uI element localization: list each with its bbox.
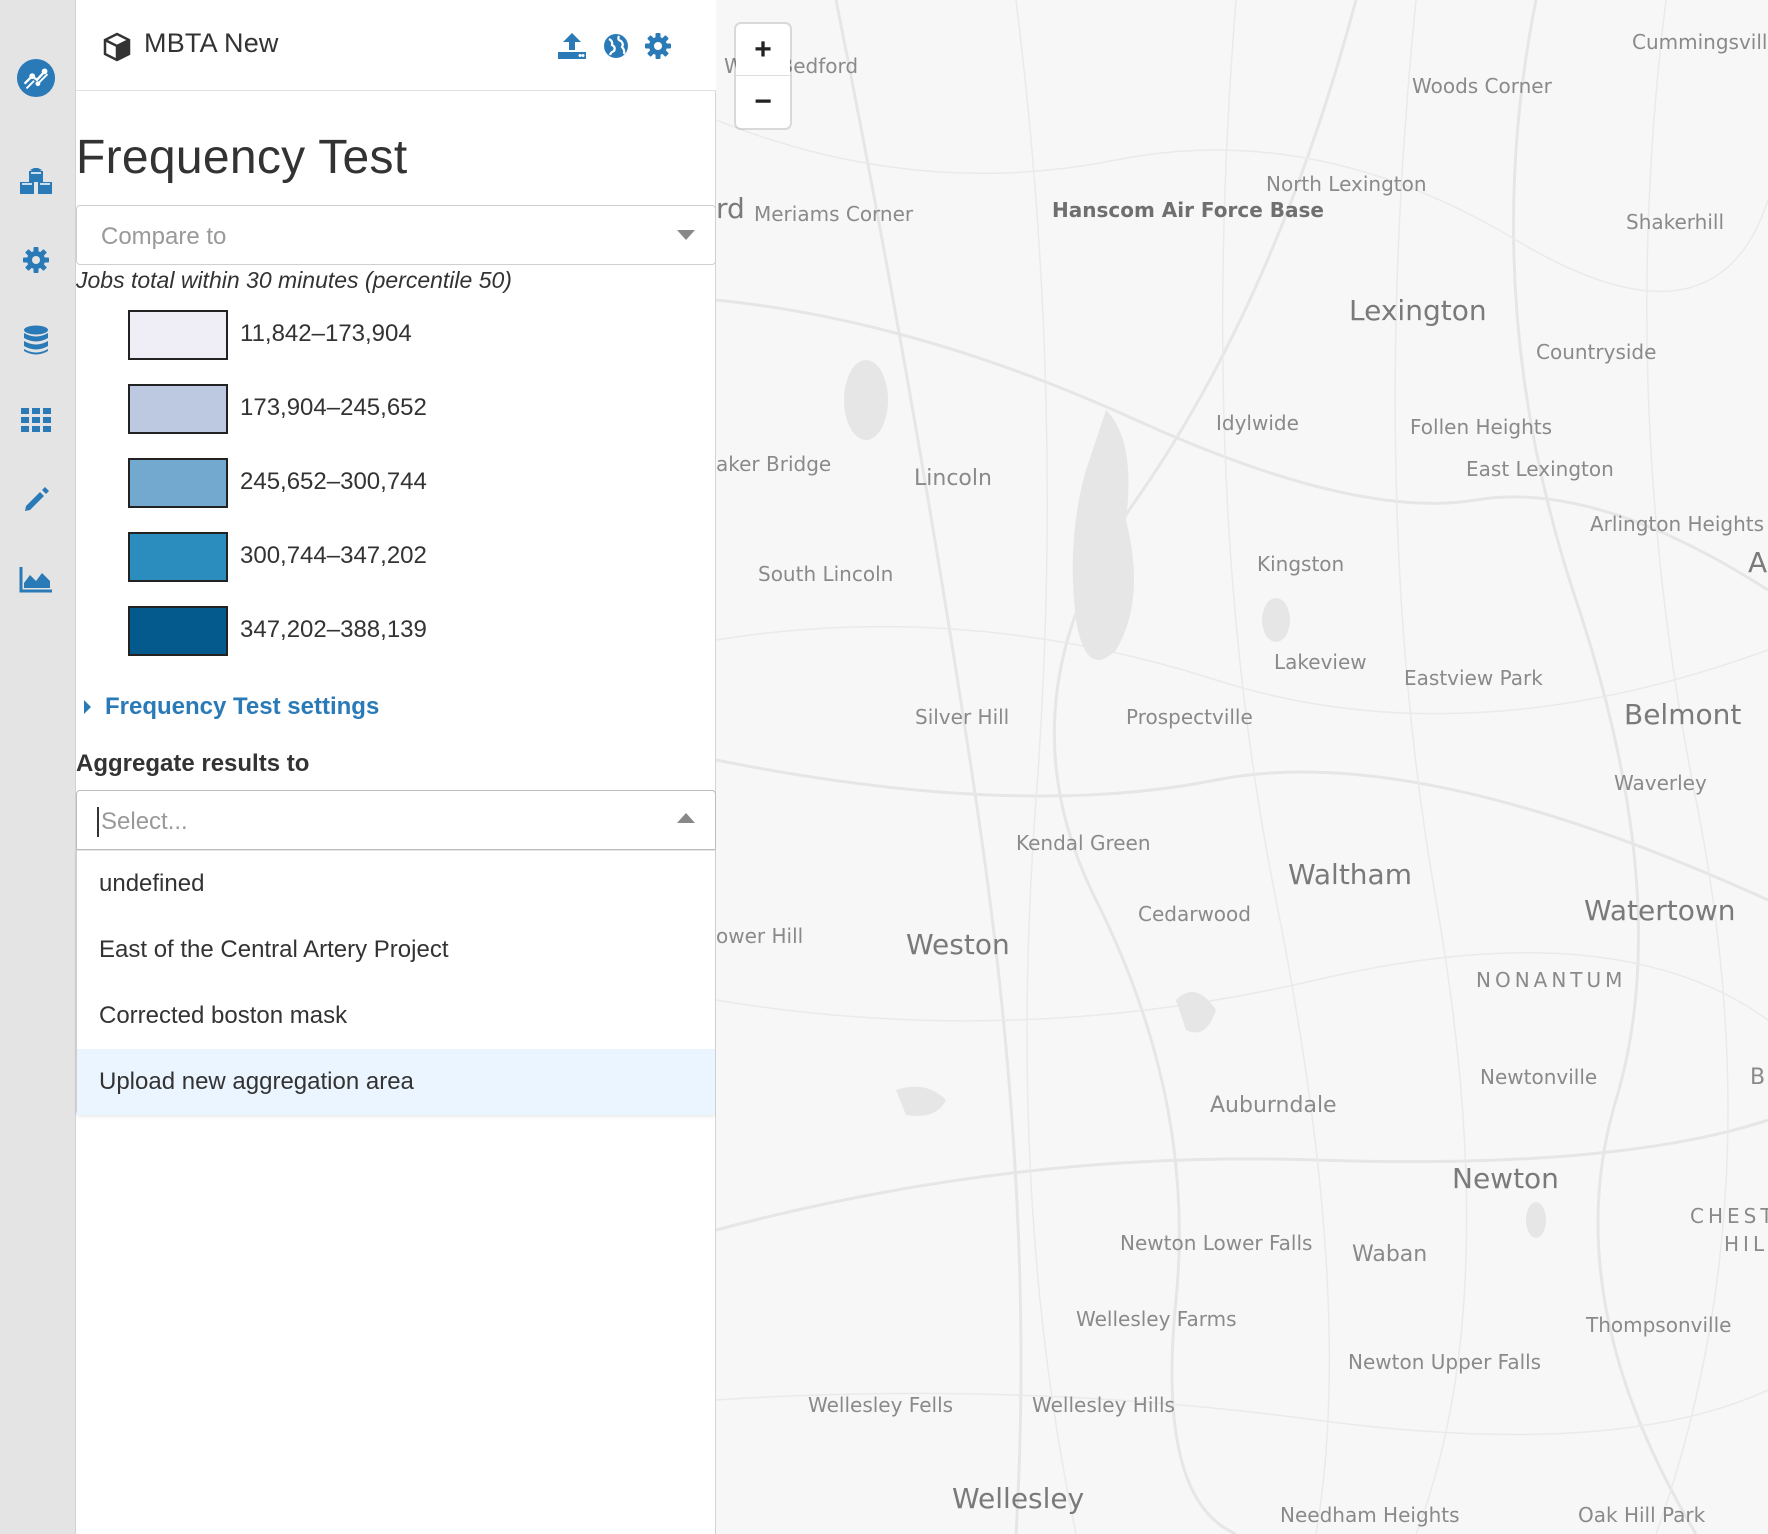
legend-swatch [128,458,228,508]
aggregate-option[interactable]: East of the Central Artery Project [77,917,715,983]
map[interactable]: West Bedford Cummingsvill Woods Corner N… [716,0,1768,1534]
map-label: Lexington [1349,294,1487,327]
map-label: Newtonville [1480,1065,1598,1089]
aggregate-select[interactable]: Select... [76,790,716,850]
map-label: Shakerhill [1626,210,1725,234]
legend-swatch [128,532,228,582]
aggregate-option-upload[interactable]: Upload new aggregation area [77,1049,715,1115]
map-label: Needham Heights [1280,1503,1460,1527]
map-label: NONANTUM [1476,968,1627,992]
map-label: Thompsonville [1586,1313,1732,1337]
map-label: B [1750,1065,1766,1090]
map-label: Belmont [1624,698,1742,731]
aggregate-option[interactable]: undefined [77,851,715,917]
map-label: Wellesley Hills [1032,1393,1175,1417]
map-label: Cummingsvill [1632,30,1768,54]
globe-icon[interactable] [600,30,632,62]
legend-label: 11,842–173,904 [240,320,412,347]
settings-toggle-label: Frequency Test settings [105,693,380,720]
zoom-in-button[interactable]: + [736,24,790,76]
map-label: aker Bridge [716,452,832,476]
map-label: HIL [1724,1232,1768,1256]
map-basemap [716,0,1768,1534]
upload-icon[interactable] [556,30,588,62]
map-label: Lincoln [914,466,992,491]
map-label: Kingston [1257,552,1345,576]
map-label: South Lincoln [758,562,894,586]
map-label: Woods Corner [1412,74,1552,98]
aggregate-label: Aggregate results to [76,750,310,777]
legend-label: 245,652–300,744 [240,468,427,495]
map-label: Arlington Heights [1590,512,1765,536]
cubes-icon[interactable] [16,163,56,203]
map-label: Follen Heights [1410,415,1553,439]
zoom-control: + − [736,24,790,128]
map-label: Oak Hill Park [1578,1503,1706,1527]
map-label: Countryside [1536,340,1657,364]
settings-toggle[interactable]: Frequency Test settings [84,690,379,724]
text-cursor [97,807,99,837]
map-label: Eastview Park [1404,666,1543,690]
map-label: CHEST [1690,1204,1768,1228]
map-label: Wellesley Fells [808,1393,954,1417]
analysis-panel: MBTA New Frequency Test Compare to Jobs … [76,0,716,1534]
settings-gear-icon[interactable] [642,30,674,62]
map-label: Newton Lower Falls [1120,1231,1313,1255]
chevron-down-icon [677,230,695,240]
map-label: Waban [1352,1242,1428,1267]
zoom-out-button[interactable]: − [736,76,790,128]
legend-label: 173,904–245,652 [240,394,427,421]
map-label: Wellesley Farms [1076,1307,1237,1331]
map-label: Lakeview [1274,650,1367,674]
aggregate-option[interactable]: Corrected boston mask [77,983,715,1049]
chevron-up-icon [677,813,695,823]
compare-to-placeholder: Compare to [101,223,227,250]
map-label: East Lexington [1466,457,1614,481]
map-label: Auburndale [1210,1093,1337,1118]
aggregate-placeholder: Select... [101,808,188,835]
logo-icon[interactable] [16,58,56,98]
legend-label: 300,744–347,202 [240,542,427,569]
map-label: Waltham [1288,858,1412,891]
map-label: Watertown [1584,894,1736,927]
map-label: Waverley [1614,771,1707,795]
map-label: Hanscom Air Force Base [1052,198,1324,222]
map-label: Prospectville [1126,705,1253,729]
legend-swatch [128,310,228,360]
analysis-title: Frequency Test [76,131,408,184]
map-label: Idylwide [1216,411,1299,435]
legend-swatch [128,384,228,434]
database-icon[interactable] [16,320,56,360]
app-window: MBTA New Frequency Test Compare to Jobs … [0,0,1768,1534]
aggregate-dropdown-menu: undefined East of the Central Artery Pro… [76,850,716,1115]
project-name: MBTA New [144,28,279,58]
map-label: rd [716,192,745,225]
icon-rail [0,0,76,1534]
map-label: Cedarwood [1138,902,1251,926]
map-label: Silver Hill [915,705,1010,729]
map-label: Newton Upper Falls [1348,1350,1542,1374]
map-label: A [1748,546,1768,579]
project-header: MBTA New [76,0,716,91]
map-label: Newton [1452,1162,1559,1195]
caret-right-icon [84,700,91,714]
map-label: Meriams Corner [754,202,914,226]
gear-icon[interactable] [16,240,56,280]
legend-title: Jobs total within 30 minutes (percentile… [76,267,512,293]
map-label: Wellesley [952,1482,1085,1515]
map-label: ower Hill [716,924,804,948]
map-label: Weston [906,928,1010,961]
legend-swatch [128,606,228,656]
map-label: North Lexington [1266,172,1427,196]
legend-label: 347,202–388,139 [240,616,427,643]
cube-icon [102,32,132,62]
pencil-icon[interactable] [16,480,56,520]
compare-to-select[interactable]: Compare to [76,205,716,265]
area-chart-icon[interactable] [16,560,56,600]
map-label: Kendal Green [1016,831,1151,855]
grid-icon[interactable] [16,400,56,440]
